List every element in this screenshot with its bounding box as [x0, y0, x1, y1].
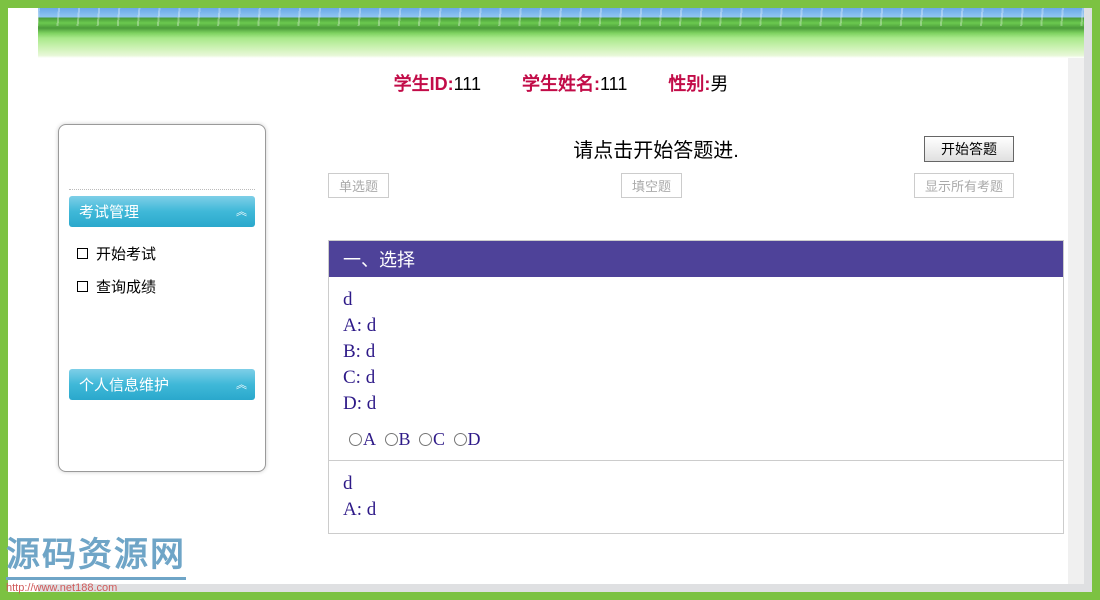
student-gender-label: 性别: — [668, 74, 710, 94]
student-info-bar: 学生ID:111 学生姓名:111 性别:男 — [38, 58, 1084, 104]
sidebar-item-start-exam[interactable]: 开始考试 — [77, 237, 247, 270]
sidebar-header-profile-label: 个人信息维护 — [79, 374, 169, 395]
student-name-label: 学生姓名: — [522, 74, 600, 94]
student-id-label: 学生ID: — [394, 74, 454, 94]
divider — [329, 460, 1063, 461]
sidebar-item-query-score[interactable]: 查询成绩 — [77, 270, 247, 303]
sidebar-header-exam-label: 考试管理 — [79, 201, 139, 222]
question-section-title: 一、选择 — [329, 241, 1063, 277]
start-exam-button[interactable]: 开始答题 — [924, 136, 1014, 162]
question-stem: d — [343, 471, 1049, 497]
question-option-c: C: d — [343, 365, 1049, 391]
watermark: 源码资源网 http://www.net188.com — [6, 527, 186, 594]
chevron-up-icon: ︽ — [236, 382, 245, 388]
sidebar-item-label: 开始考试 — [96, 243, 156, 264]
sidebar-header-exam[interactable]: 考试管理 ︽ — [69, 196, 255, 227]
question-option-d: D: d — [343, 391, 1049, 417]
sidebar-panel: 考试管理 ︽ 开始考试 查询成绩 — [58, 124, 266, 472]
checkbox-icon — [77, 281, 88, 292]
tab-fill-blank[interactable]: 填空题 — [621, 173, 682, 198]
watermark-url: http://www.net188.com — [6, 582, 186, 594]
tab-show-all[interactable]: 显示所有考题 — [914, 173, 1014, 198]
checkbox-icon — [77, 248, 88, 259]
student-gender-value: 男 — [710, 74, 728, 94]
tab-single-choice[interactable]: 单选题 — [328, 173, 389, 198]
radio-option-a[interactable]: A — [349, 429, 376, 449]
radio-option-b[interactable]: B — [385, 429, 411, 449]
question-option-a: A: d — [343, 313, 1049, 339]
question-option-a: A: d — [343, 497, 1049, 523]
radio-option-c[interactable]: C — [419, 429, 445, 449]
question-panel: 一、选择 d A: d B: d C: d D: d A B C D d A: — [328, 240, 1064, 534]
sidebar-item-label: 查询成绩 — [96, 276, 156, 297]
radio-option-d[interactable]: D — [454, 429, 481, 449]
chevron-up-icon: ︽ — [236, 209, 245, 215]
top-banner — [38, 8, 1084, 58]
watermark-title: 源码资源网 — [6, 527, 186, 580]
student-id-value: 111 — [454, 74, 481, 94]
question-stem: d — [343, 287, 1049, 313]
student-name-value: 111 — [600, 74, 627, 94]
exam-instruction: 请点击开始答题进. — [328, 134, 924, 163]
sidebar-header-profile[interactable]: 个人信息维护 ︽ — [69, 369, 255, 400]
question-option-b: B: d — [343, 339, 1049, 365]
